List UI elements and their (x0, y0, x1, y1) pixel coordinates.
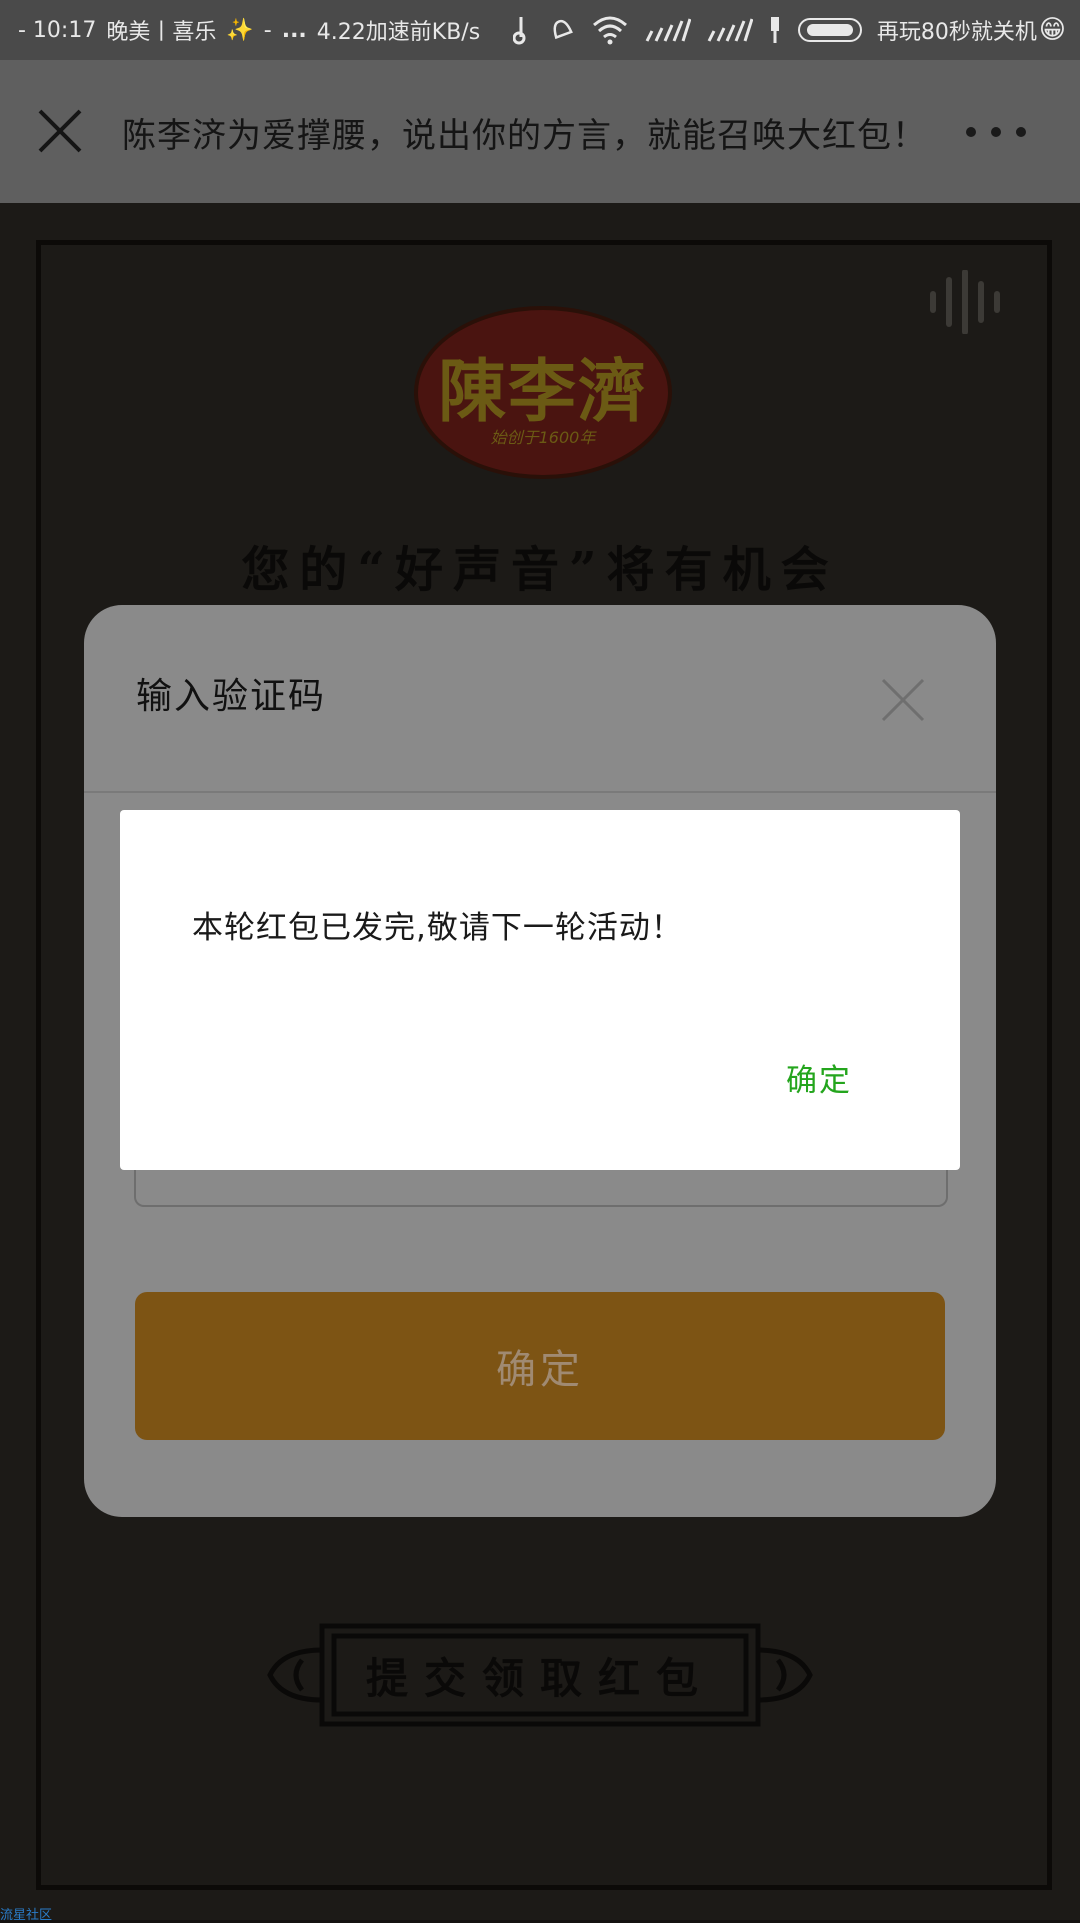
wifi-icon (591, 15, 629, 45)
sound-wave-icon[interactable] (925, 269, 1005, 335)
verify-confirm-button[interactable]: 确定 (135, 1292, 945, 1440)
battery-message: 再玩80秒就关机 (876, 20, 1037, 45)
status-bar-left: - 10:17 晚美丨喜乐 ✨ - ... 4.22加速前KB/s (18, 0, 480, 60)
music-note-icon (512, 15, 533, 45)
signal-icon-1 (643, 17, 691, 43)
bell-icon (547, 15, 577, 45)
charging-icon (767, 15, 783, 45)
status-carrier: 晚美丨喜乐 (106, 20, 217, 45)
logo-subtext: 始创于1600年 (490, 428, 596, 447)
nav-bar: 陈李济为爱撑腰，说出你的方言，就能召唤大红包！ (0, 60, 1080, 203)
brand-logo: 陳李濟 始创于1600年 (418, 310, 668, 475)
headline: 您的“好声音”将有机会 (241, 542, 839, 598)
logo-text: 陳李濟 (437, 352, 648, 432)
network-speed: 4.22加速前KB/s (316, 20, 481, 45)
submit-claim-button[interactable]: 提交领取红包 (262, 1620, 818, 1730)
verify-modal-title: 输入验证码 (136, 676, 327, 717)
status-bar-right: 再玩80秒就关机 😁 (512, 0, 1066, 60)
alert-dialog: 本轮红包已发完,敬请下一轮活动！ 确定 (120, 810, 960, 1170)
verify-close-icon[interactable] (880, 677, 926, 723)
more-menu-icon[interactable] (966, 122, 1026, 142)
verify-divider (84, 791, 996, 793)
status-bar: - 10:17 晚美丨喜乐 ✨ - ... 4.22加速前KB/s 再玩80秒就… (0, 0, 1080, 60)
watermark: 流星社区 (0, 1908, 53, 1923)
battery-icon (797, 16, 863, 44)
status-dash: - (263, 17, 272, 43)
alert-ok-button[interactable]: 确定 (786, 1055, 852, 1100)
sparkle-icon: ✨ (226, 17, 254, 43)
status-time: - 10:17 (18, 17, 97, 43)
page-title: 陈李济为爱撑腰，说出你的方言，就能召唤大红包！ (122, 116, 927, 156)
grin-emoji-icon: 😁 (1038, 15, 1066, 45)
alert-message: 本轮红包已发完,敬请下一轮活动！ (192, 910, 683, 946)
more-notifications-icon: ... (281, 17, 307, 43)
close-icon[interactable] (34, 105, 86, 157)
signal-icon-2 (705, 17, 753, 43)
